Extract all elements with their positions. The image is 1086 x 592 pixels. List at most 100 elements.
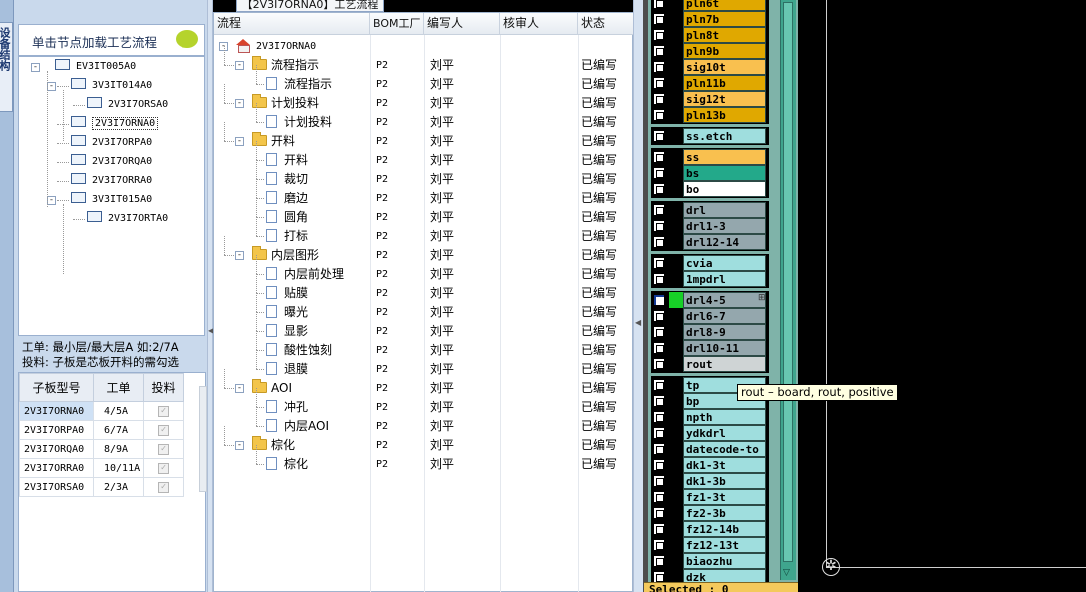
layer-checkbox[interactable] [653,326,665,338]
layer-row[interactable]: bo [648,181,768,197]
right-splitter[interactable]: ◀ [633,0,643,592]
col-header-status[interactable]: 状态 [578,13,634,35]
layer-work-indicator[interactable] [669,340,683,356]
process-row[interactable]: 开料 - P2 刘平 已编写 [214,122,634,151]
layer-row[interactable]: 1mpdrl [648,271,768,287]
layer-checkbox[interactable] [653,151,665,163]
layer-row[interactable]: rout [648,356,768,372]
layer-checkbox[interactable] [653,491,665,503]
process-grid[interactable]: 流程 BOM工厂 编写人 核审人 状态 2V3I7ORNA0- 流程指示 - P2 刘平… [213,12,634,592]
layer-name[interactable]: ss [683,149,766,165]
tab-device-structure[interactable]: 设备结构 [0,22,13,112]
layer-work-indicator[interactable] [669,393,683,409]
layer-row[interactable]: drl10-11 [648,340,768,356]
layer-row[interactable]: cvia [648,255,768,271]
layer-work-indicator[interactable] [669,218,683,234]
layer-row[interactable]: sig10t [648,59,768,75]
grid-scrollbar[interactable] [199,386,207,492]
cell-model[interactable]: 2V3I7ORQA0 [19,439,94,459]
process-row[interactable]: 贴膜 P2 刘平 已编写 [214,274,634,303]
table-row[interactable]: 2V3I7ORRA0 10/11A ✓ [19,458,184,478]
layer-name[interactable]: datecode-to [683,441,766,457]
col-header-bom[interactable]: BOM工厂 [370,13,424,35]
layer-work-indicator[interactable] [669,409,683,425]
col-header-writer[interactable]: 编写人 [424,13,500,35]
tree-node[interactable]: 2V3I7ORSA0 [87,97,168,113]
layer-name[interactable]: sig10t [683,59,766,75]
collapse-toggle-icon[interactable]: - [47,82,56,91]
layer-checkbox[interactable] [653,13,665,25]
layer-row[interactable]: pln13b [648,107,768,123]
layer-checkbox[interactable] [653,45,665,57]
process-row[interactable]: 流程指示 - P2 刘平 已编写 [214,46,634,75]
tree-node[interactable]: 2V3I7ORNA0 [71,116,159,132]
cell-model[interactable]: 2V3I7ORPA0 [19,420,94,440]
layer-row[interactable]: pln9b [648,43,768,59]
cell-order[interactable]: 4/5A [93,401,144,421]
collapse-toggle-icon[interactable]: - [235,384,244,393]
layer-work-indicator[interactable] [669,271,683,287]
layer-name[interactable]: npth [683,409,766,425]
process-row[interactable]: 显影 P2 刘平 已编写 [214,312,634,341]
layer-name[interactable]: bo [683,181,766,197]
layer-row[interactable]: dk1-3t [648,457,768,473]
process-row[interactable]: 冲孔 P2 刘平 已编写 [214,388,634,417]
process-row[interactable]: 内层前处理 P2 刘平 已编写 [214,255,634,284]
layer-name[interactable]: fz12-13t [683,537,766,553]
feed-checkbox[interactable]: ✓ [158,444,169,455]
layer-work-indicator[interactable] [669,149,683,165]
tree-node[interactable]: 2V3I7ORPA0 [71,135,152,151]
layer-row[interactable]: fz1-3t [648,489,768,505]
layer-work-indicator[interactable] [669,505,683,521]
layer-row[interactable]: pln6t [648,0,768,11]
layer-name[interactable]: pln8t [683,27,766,43]
layer-checkbox[interactable] [653,61,665,73]
process-row[interactable]: 曝光 P2 刘平 已编写 [214,293,634,322]
collapse-toggle-icon[interactable]: - [235,441,244,450]
feed-checkbox[interactable]: ✓ [158,406,169,417]
layer-name[interactable]: fz1-3t [683,489,766,505]
layer-work-indicator[interactable] [669,59,683,75]
layer-scroll-thumb[interactable] [783,2,793,562]
layer-work-indicator[interactable] [669,107,683,123]
process-row[interactable]: 开料 P2 刘平 已编写 [214,141,634,170]
layer-name[interactable]: rout [683,356,766,372]
layer-name[interactable]: drl1-3 [683,218,766,234]
layer-checkbox[interactable] [653,459,665,471]
collapse-toggle-icon[interactable]: - [235,137,244,146]
layer-work-indicator[interactable] [669,43,683,59]
expand-layer-icon[interactable]: ⊞ [758,293,766,303]
layer-row[interactable]: ss [648,149,768,165]
cell-model[interactable]: 2V3I7ORSA0 [19,477,94,497]
layer-work-indicator[interactable] [669,27,683,43]
layer-row[interactable]: fz12-14b [648,521,768,537]
process-row[interactable]: 内层AOI P2 刘平 已编写 [214,407,634,436]
process-row[interactable]: 打标 P2 刘平 已编写 [214,217,634,246]
layer-checkbox[interactable] [653,358,665,370]
layer-checkbox[interactable] [653,294,665,306]
layer-name[interactable]: dk1-3t [683,457,766,473]
layer-checkbox[interactable] [653,395,665,407]
layer-checkbox[interactable] [653,236,665,248]
layer-work-indicator[interactable] [669,308,683,324]
layer-scrollbar[interactable]: ▽ [780,0,796,580]
layer-checkbox[interactable] [653,539,665,551]
layer-checkbox[interactable] [653,523,665,535]
layer-work-indicator[interactable] [669,255,683,271]
layer-name[interactable]: pln11b [683,75,766,91]
process-row[interactable]: 内层图形 - P2 刘平 已编写 [214,236,634,265]
layer-row[interactable]: sig12t [648,91,768,107]
layer-checkbox[interactable] [653,167,665,179]
cell-order[interactable]: 10/11A [93,458,144,478]
process-row[interactable]: 流程指示 P2 刘平 已编写 [214,65,634,94]
layer-name[interactable]: bs [683,165,766,181]
feed-checkbox[interactable]: ✓ [158,482,169,493]
col-header-order[interactable]: 工单 [93,373,144,402]
layer-name[interactable]: sig12t [683,91,766,107]
layer-row[interactable]: drl12-14 [648,234,768,250]
process-row[interactable]: 2V3I7ORNA0- [214,37,634,56]
layer-row[interactable]: pln8t [648,27,768,43]
layer-row[interactable]: pln7b [648,11,768,27]
layer-work-indicator[interactable] [669,11,683,27]
layer-name[interactable]: ydkdrl [683,425,766,441]
